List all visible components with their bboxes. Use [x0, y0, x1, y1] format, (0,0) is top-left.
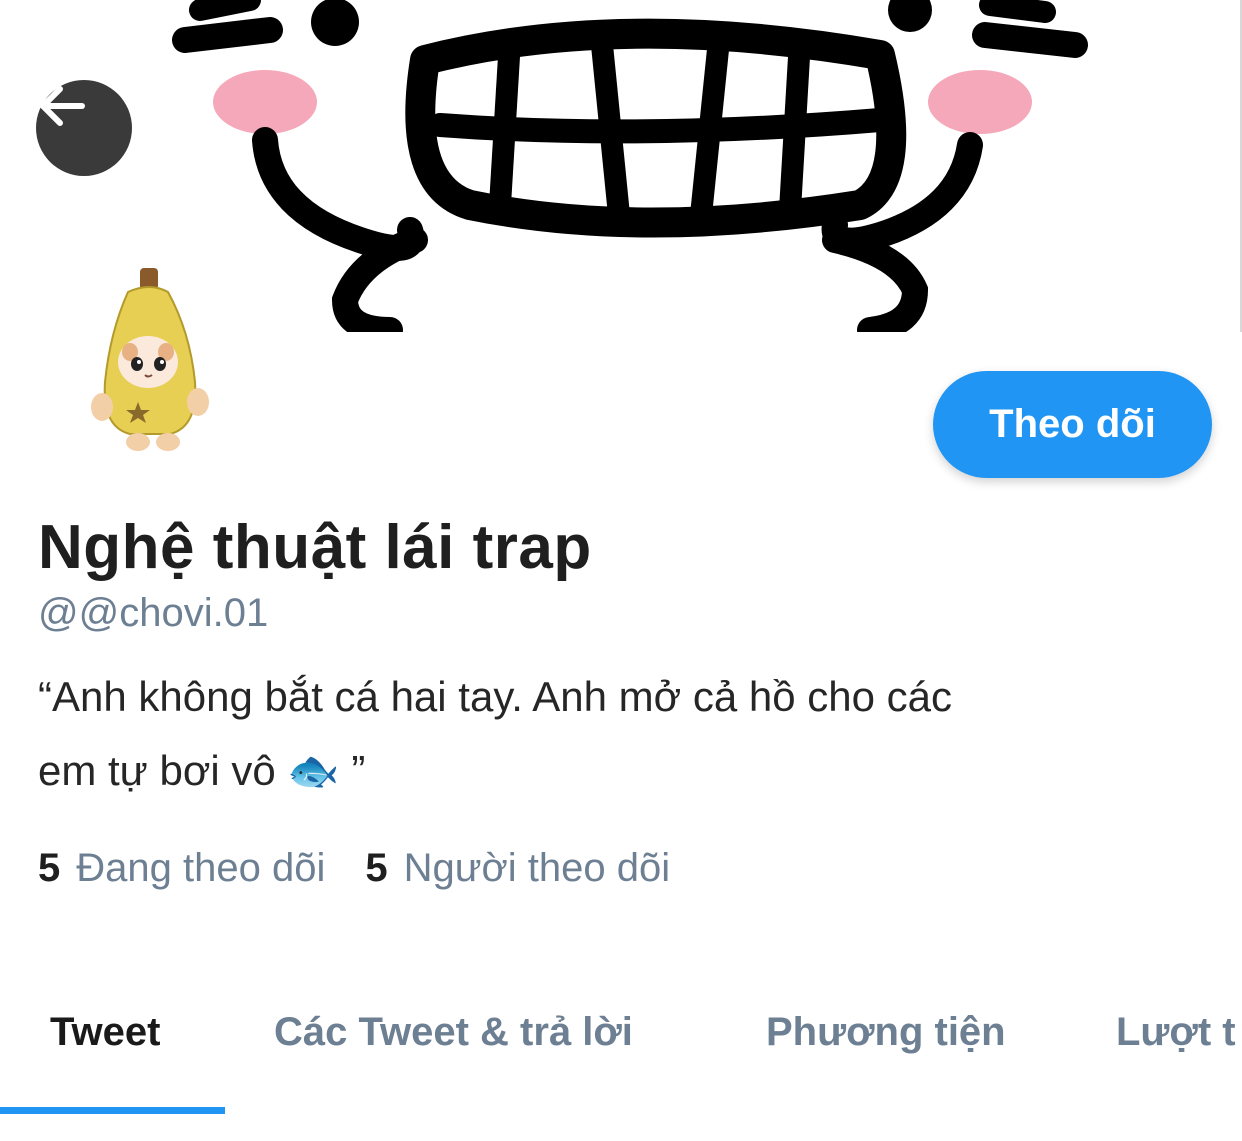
fish-emoji-icon: 🐟 — [287, 747, 340, 794]
banana-cat-icon — [91, 268, 209, 451]
follow-button[interactable]: Theo dõi — [933, 371, 1212, 478]
profile-bio: “Anh không bắt cá hai tay. Anh mở cả hồ … — [38, 660, 1188, 808]
following-label: Đang theo dõi — [76, 846, 326, 890]
profile-display-name: Nghệ thuật lái trap — [38, 513, 592, 582]
avatar[interactable] — [80, 262, 220, 462]
profile-tabs: Tweet Các Tweet & trả lời Phương tiện Lư… — [0, 990, 1242, 1120]
arrow-left-icon — [40, 86, 85, 126]
tab-likes[interactable]: Lượt t — [1116, 1010, 1236, 1055]
tab-tweets[interactable]: Tweet — [50, 1010, 160, 1055]
profile-page: Theo dõi Nghệ thuật lái trap @@chovi.01 … — [0, 0, 1242, 1141]
bio-line-2: em tự bơi vô 🐟 ” — [38, 734, 1188, 808]
bio-line-2-text: em tự bơi vô — [38, 747, 276, 794]
followers-label: Người theo dõi — [403, 846, 671, 890]
bio-line-1: “Anh không bắt cá hai tay. Anh mở cả hồ … — [38, 673, 952, 720]
bio-closing-quote: ” — [351, 747, 366, 794]
following-stat[interactable]: 5 Đang theo dõi — [38, 846, 325, 891]
tab-media[interactable]: Phương tiện — [766, 1010, 1006, 1055]
profile-stats: 5 Đang theo dõi 5 Người theo dõi — [38, 846, 670, 891]
back-button[interactable] — [36, 80, 132, 176]
following-count: 5 — [38, 846, 61, 890]
active-tab-indicator — [0, 1107, 225, 1114]
followers-count: 5 — [365, 846, 388, 890]
followers-stat[interactable]: 5 Người theo dõi — [365, 846, 670, 891]
tab-tweets-and-replies[interactable]: Các Tweet & trả lời — [274, 1010, 633, 1055]
profile-handle: @@chovi.01 — [38, 591, 269, 635]
